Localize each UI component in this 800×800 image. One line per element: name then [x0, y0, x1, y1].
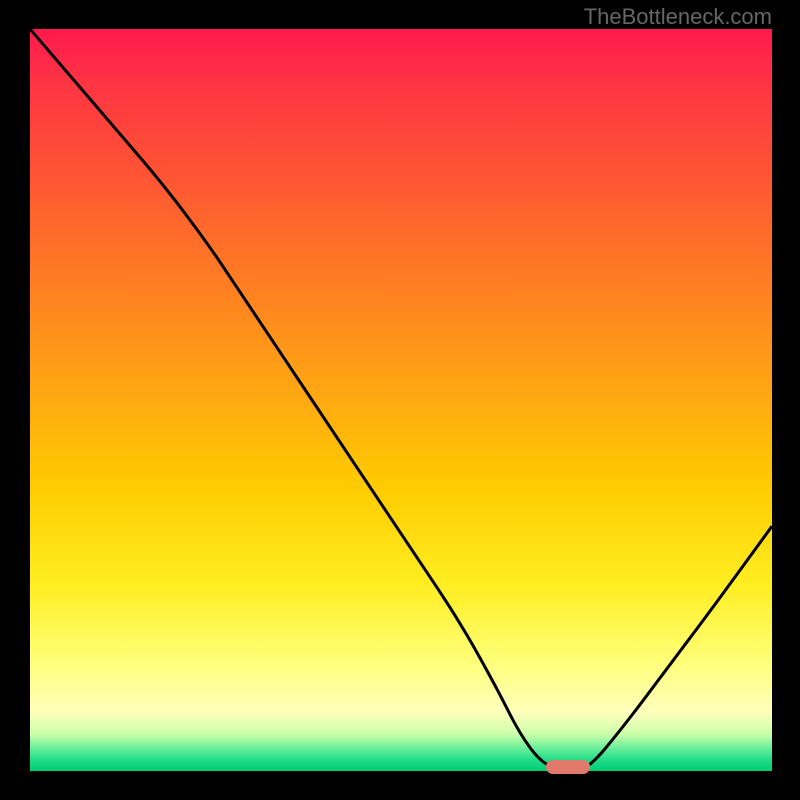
watermark-text: TheBottleneck.com	[584, 4, 772, 30]
chart-container: TheBottleneck.com	[0, 0, 800, 800]
plot-area	[30, 29, 772, 771]
bottleneck-curve	[30, 29, 772, 771]
optimal-marker	[546, 760, 590, 774]
